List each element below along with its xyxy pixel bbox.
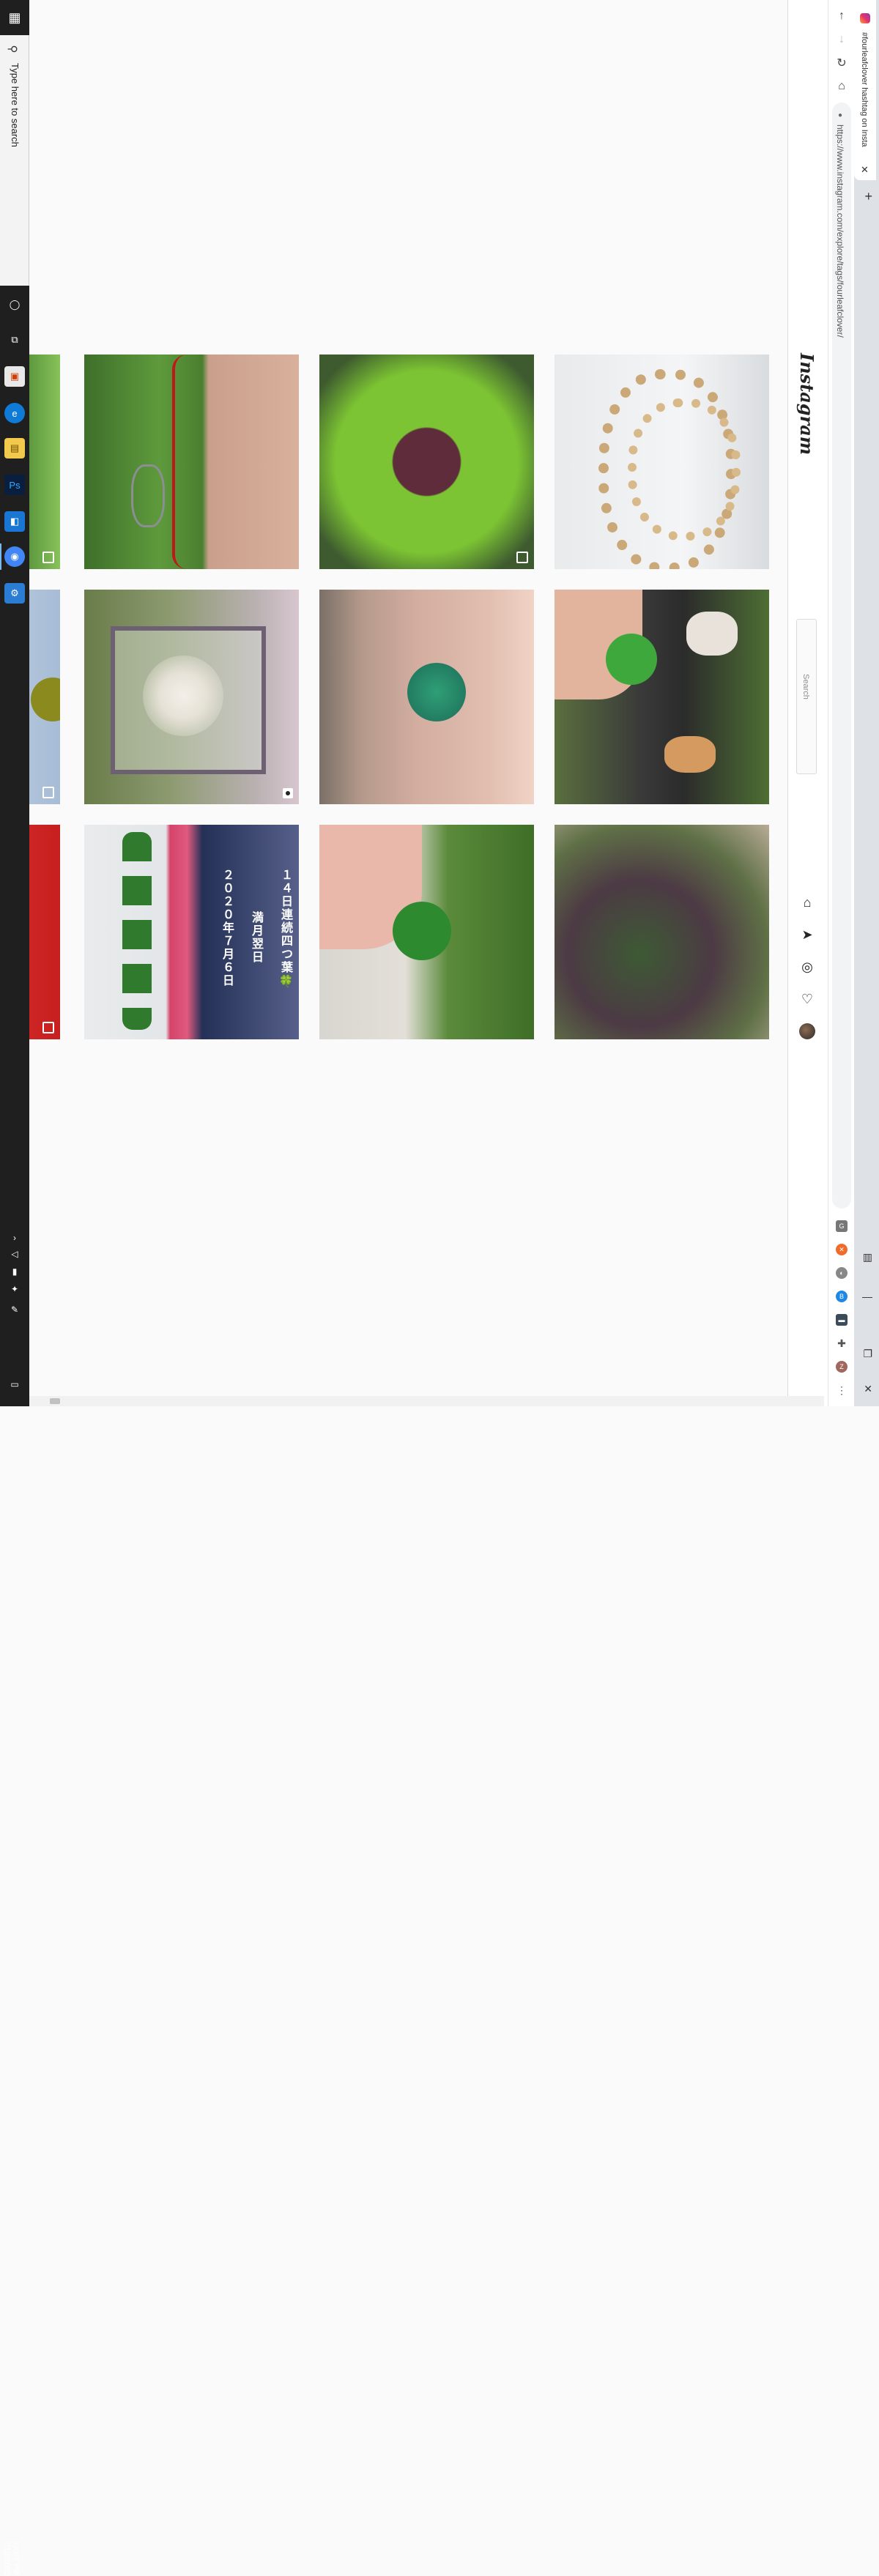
horizontal-scrollbar[interactable] — [29, 1396, 824, 1406]
extension-icon[interactable]: B — [836, 1291, 848, 1302]
direct-icon[interactable]: ➤ — [799, 927, 815, 943]
activity-icon[interactable]: ♡ — [799, 991, 815, 1007]
overlay-line-2: 満月翌日 — [250, 911, 262, 964]
browser-tab-strip: #fourleafclover hashtag on Insta ✕ + ▥ —… — [854, 0, 879, 1406]
extensions-puzzle-icon[interactable]: ✚ — [836, 1337, 848, 1349]
close-window-icon[interactable]: ✕ — [864, 1383, 872, 1395]
restore-icon[interactable]: ❐ — [863, 1348, 872, 1360]
forward-icon[interactable]: ↓ — [834, 32, 849, 47]
hashtag-posts-grid: １４日連続四つ葉🍀 満月翌日 ２０２０年７月６日 — [29, 0, 787, 1406]
back-icon[interactable]: ↑ — [834, 9, 849, 23]
taskbar-search-placeholder: Type here to search — [10, 63, 21, 147]
profile-avatar[interactable] — [799, 1023, 815, 1039]
post-clover-in-fingers[interactable] — [319, 825, 534, 1039]
menu-icon[interactable]: ⋮ — [836, 1384, 848, 1396]
tab-title: #fourleafclover hashtag on Insta — [860, 32, 869, 147]
extension-icon[interactable]: ▬ — [836, 1314, 848, 1326]
instagram-top-nav: Instagram Search ⌂ ➤ ◎ ♡ — [787, 0, 828, 1406]
instagram-search-input[interactable]: Search — [796, 619, 817, 774]
multiple-photos-icon — [42, 787, 54, 798]
scrollbar-thumb[interactable] — [50, 1398, 60, 1404]
post-clover-tattoo-neck[interactable] — [319, 590, 534, 804]
volume-icon[interactable]: ◁ — [7, 1248, 22, 1260]
windows-taskbar: ▦ ⚲ Type here to search ◯ ⧉ ▣ e ▤ Ps ◧ ◉… — [0, 0, 29, 2576]
post-tile[interactable] — [29, 590, 60, 804]
network-icon[interactable]: ✎ — [7, 1304, 22, 1315]
battery-icon[interactable]: ▮ — [7, 1266, 22, 1277]
explore-icon[interactable]: ◎ — [799, 959, 815, 975]
overlay-line-1: １４日連続四つ葉🍀 — [279, 869, 292, 990]
post-pressed-flower-frame[interactable] — [84, 590, 299, 804]
multiple-photos-icon — [42, 1022, 54, 1033]
lock-icon: ● — [838, 111, 843, 119]
taskbar-clock[interactable]: 12:07 PM 7/19/2020 — [1, 2540, 21, 2576]
video-icon — [283, 788, 293, 798]
home-icon[interactable]: ⌂ — [799, 894, 815, 910]
profile-icon[interactable]: Z — [836, 1361, 848, 1373]
reload-icon[interactable]: ↻ — [834, 56, 849, 70]
post-wooden-bead-bracelets[interactable] — [555, 355, 769, 569]
taskbar-search-box[interactable]: ⚲ Type here to search — [0, 35, 29, 286]
post-clover-row-phone[interactable]: １４日連続四つ葉🍀 満月翌日 ２０２０年７月６日 — [84, 825, 299, 1039]
chevron-up-icon[interactable]: › — [7, 1232, 22, 1244]
browser-tab[interactable]: #fourleafclover hashtag on Insta ✕ — [854, 0, 876, 180]
overlay-line-3: ２０２０年７月６日 — [220, 869, 233, 987]
address-bar[interactable]: ● https://www.instagram.com/explore/tags… — [832, 103, 851, 1209]
minimize-icon[interactable]: — — [862, 1291, 872, 1302]
layout-icon[interactable]: ▥ — [863, 1251, 872, 1263]
photoshop-icon[interactable]: Ps — [4, 475, 25, 495]
post-tile[interactable] — [29, 825, 60, 1039]
url-text: https://www.instagram.com/explore/tags/f… — [835, 125, 845, 338]
close-tab-icon[interactable]: ✕ — [861, 164, 869, 176]
post-clover-patch-gravel[interactable] — [555, 825, 769, 1039]
window-controls: ▥ — ❐ ✕ — [854, 1245, 879, 1406]
settings-app-icon[interactable]: ⚙ — [4, 583, 25, 604]
multiple-photos-icon — [516, 552, 528, 563]
search-placeholder: Search — [801, 674, 810, 699]
new-tab-icon[interactable]: + — [864, 189, 872, 204]
post-bracelet-red-string[interactable] — [84, 355, 299, 569]
chrome-icon[interactable]: ◉ — [4, 546, 25, 567]
home-button-icon[interactable]: ⌂ — [834, 79, 849, 94]
instagram-logo[interactable]: Instagram — [796, 353, 817, 455]
app-icon[interactable]: ◧ — [4, 511, 25, 532]
store-icon[interactable]: ▣ — [4, 366, 25, 387]
system-tray: › ◁ ▮ ✦ ✎ 12:07 PM 7/19/2020 ▭ — [0, 1216, 29, 2576]
search-icon: ⚲ — [6, 45, 19, 53]
extension-icon[interactable]: G — [836, 1220, 848, 1232]
instagram-favicon-icon — [860, 13, 870, 23]
windows-start-icon[interactable]: ▦ — [0, 0, 29, 35]
cortana-icon[interactable]: ◯ — [4, 294, 25, 315]
clock-date: 7/19/2020 — [2, 2540, 11, 2576]
dropbox-icon[interactable]: ✦ — [7, 1283, 22, 1295]
active-indicator — [0, 543, 1, 570]
task-view-icon[interactable]: ⧉ — [4, 330, 25, 350]
notification-icon[interactable]: ▭ — [7, 1378, 22, 1390]
post-tile[interactable] — [29, 355, 60, 569]
file-explorer-icon[interactable]: ▤ — [4, 438, 25, 459]
browser-toolbar: ↑ ↓ ↻ ⌂ ● https://www.instagram.com/expl… — [828, 0, 854, 1406]
post-clover-with-dogs[interactable] — [555, 590, 769, 804]
edge-icon[interactable]: e — [4, 403, 25, 423]
extension-icon[interactable]: ◐ — [836, 1267, 848, 1279]
multiple-photos-icon — [42, 552, 54, 563]
extension-icon[interactable]: ✕ — [836, 1244, 848, 1255]
post-clover-plant-purple[interactable] — [319, 355, 534, 569]
clock-time: 12:07 PM — [12, 2540, 21, 2576]
